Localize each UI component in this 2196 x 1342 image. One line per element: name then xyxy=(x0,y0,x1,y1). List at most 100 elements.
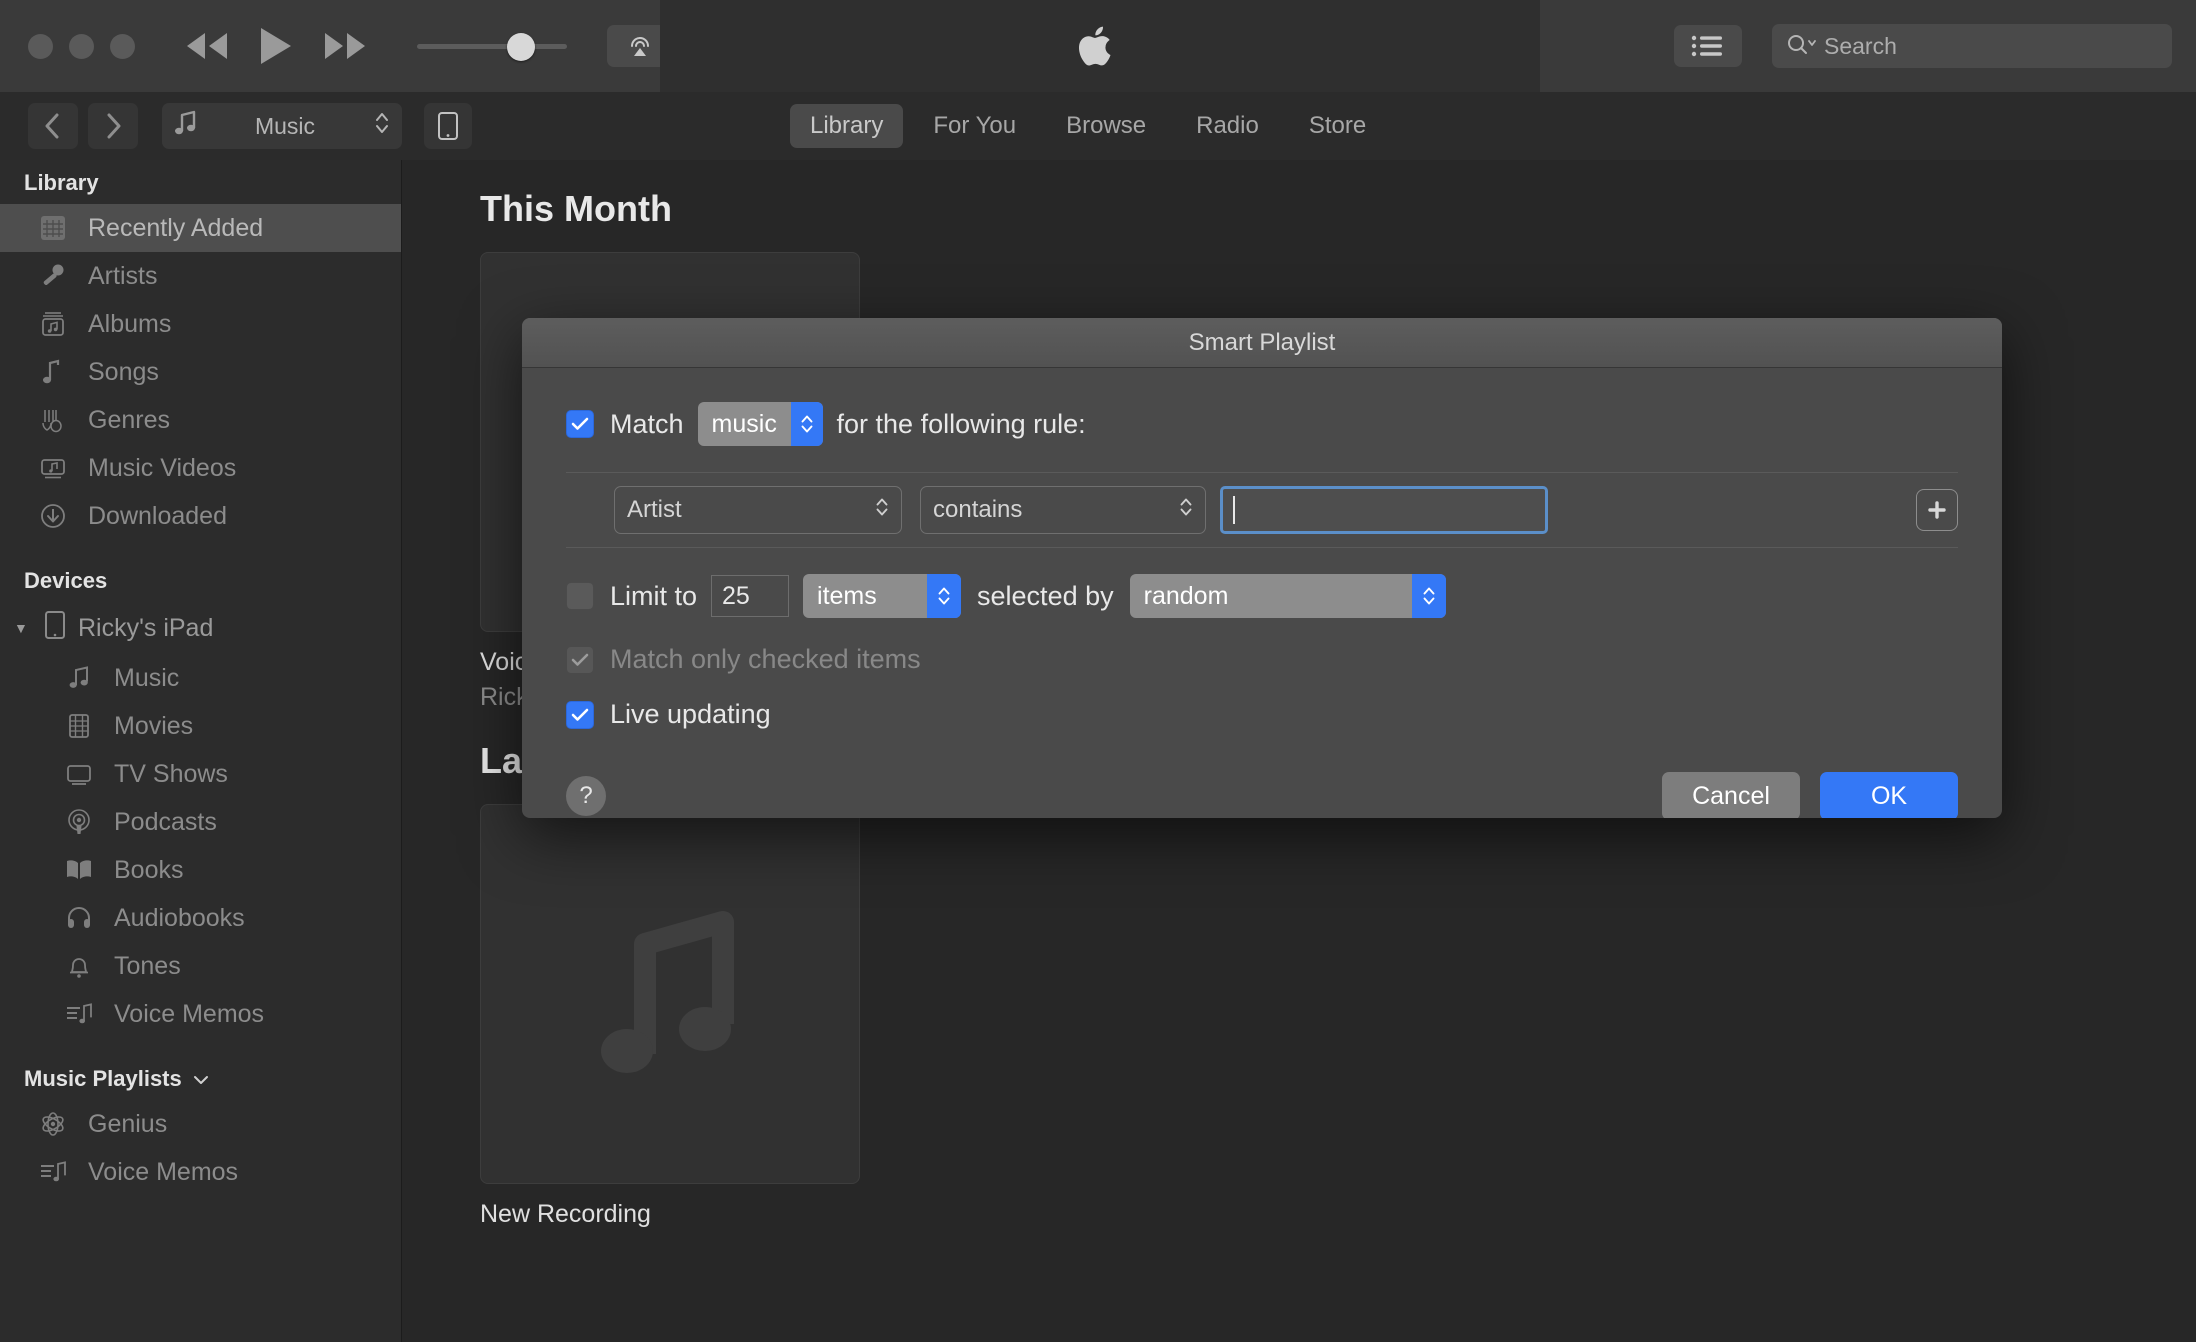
sidebar-item-label: Recently Added xyxy=(88,213,264,242)
chevron-updown-icon[interactable] xyxy=(1179,495,1193,526)
limit-unit-select[interactable]: items xyxy=(803,574,962,618)
album-artwork[interactable] xyxy=(480,804,860,1184)
search-icon xyxy=(1786,33,1816,60)
sidebar-item-label: Voice Memos xyxy=(114,999,265,1028)
sidebar-item-device-voice-memos[interactable]: Voice Memos xyxy=(0,990,401,1038)
sidebar-item-artists[interactable]: Artists xyxy=(0,252,401,300)
chevron-updown-icon[interactable] xyxy=(790,402,823,446)
sidebar-item-label: Artists xyxy=(88,261,158,290)
add-rule-button[interactable] xyxy=(1916,489,1958,531)
sidebar-item-label: TV Shows xyxy=(114,759,228,788)
sidebar-item-device-movies[interactable]: Movies xyxy=(0,702,401,750)
rule-operator-select[interactable]: contains xyxy=(920,486,1206,534)
film-icon xyxy=(62,713,96,739)
album-card[interactable]: New Recording xyxy=(480,804,860,1229)
sidebar-item-music-videos[interactable]: Music Videos xyxy=(0,444,401,492)
media-kind-popup[interactable]: Music xyxy=(162,103,402,149)
album-icon xyxy=(36,311,70,337)
zoom-button[interactable] xyxy=(110,33,135,59)
tab-library[interactable]: Library xyxy=(790,104,904,148)
media-kind-select[interactable]: music xyxy=(697,402,823,446)
now-playing-panel xyxy=(660,0,1540,92)
chevron-updown-icon[interactable] xyxy=(927,574,962,618)
sidebar-item-genius[interactable]: Genius xyxy=(0,1100,401,1148)
sidebar-item-device-tones[interactable]: Tones xyxy=(0,942,401,990)
volume-knob[interactable] xyxy=(507,33,535,61)
sidebar-item-device-audiobooks[interactable]: Audiobooks xyxy=(0,894,401,942)
sidebar-item-recently-added[interactable]: Recently Added xyxy=(0,204,401,252)
tab-for-you[interactable]: For You xyxy=(913,104,1036,148)
search-input[interactable]: Search xyxy=(1772,24,2172,68)
sidebar-item-label: Music xyxy=(114,663,180,692)
disclosure-triangle-icon[interactable]: ▼ xyxy=(14,620,32,636)
dialog-body: Match music for the following rule: Arti… xyxy=(522,368,2002,818)
sidebar-item-songs[interactable]: Songs xyxy=(0,348,401,396)
live-updating-checkbox[interactable] xyxy=(566,700,594,729)
sidebar-item-genres[interactable]: Genres xyxy=(0,396,401,444)
volume-slider[interactable] xyxy=(417,31,577,61)
library-tabs: Library For You Browse Radio Store xyxy=(790,92,1386,160)
back-arrow-icon[interactable] xyxy=(28,103,78,149)
sidebar-item-playlist-voice-memos[interactable]: Voice Memos xyxy=(0,1148,401,1196)
sidebar-section-devices-header: Devices xyxy=(24,568,108,593)
text-caret xyxy=(1233,496,1235,524)
list-view-icon[interactable] xyxy=(1674,25,1742,67)
book-icon xyxy=(62,858,96,882)
rule-field-select[interactable]: Artist xyxy=(614,486,902,534)
rule-operator-value: contains xyxy=(933,496,1023,523)
music-note-icon xyxy=(62,665,96,691)
media-kind-value: music xyxy=(711,409,777,438)
match-only-checked-checkbox[interactable] xyxy=(566,645,594,674)
sidebar-item-device[interactable]: ▼ Ricky's iPad xyxy=(0,602,401,654)
tab-store[interactable]: Store xyxy=(1289,104,1386,148)
ok-button[interactable]: OK xyxy=(1820,772,1958,818)
device-name: Ricky's iPad xyxy=(78,613,214,642)
sidebar-item-device-music[interactable]: Music xyxy=(0,654,401,702)
sidebar-item-device-tv-shows[interactable]: TV Shows xyxy=(0,750,401,798)
minimize-button[interactable] xyxy=(69,33,94,59)
fast-forward-icon[interactable] xyxy=(323,31,367,61)
sidebar-item-downloaded[interactable]: Downloaded xyxy=(0,492,401,540)
chevron-down-icon[interactable] xyxy=(192,1066,210,1092)
play-icon[interactable] xyxy=(259,26,293,66)
cancel-button[interactable]: Cancel xyxy=(1662,772,1800,818)
help-button[interactable]: ? xyxy=(566,776,606,816)
album-grid-last-3-months: New Recording xyxy=(480,804,2196,1229)
tab-radio[interactable]: Radio xyxy=(1176,104,1279,148)
sidebar-section-playlists-header[interactable]: Music Playlists xyxy=(0,1056,401,1100)
sidebar-item-label: Podcasts xyxy=(114,807,217,836)
tab-browse[interactable]: Browse xyxy=(1046,104,1166,148)
voice-memo-icon xyxy=(62,1001,96,1027)
match-checkbox[interactable] xyxy=(566,410,594,438)
sidebar-item-device-podcasts[interactable]: Podcasts xyxy=(0,798,401,846)
sidebar-item-albums[interactable]: Albums xyxy=(0,300,401,348)
device-icon[interactable] xyxy=(424,103,472,149)
sidebar-item-label: Books xyxy=(114,855,184,884)
limit-mid-label: selected by xyxy=(977,580,1114,611)
section-title-this-month: This Month xyxy=(480,188,672,229)
guitars-icon xyxy=(36,407,70,433)
sidebar-item-device-books[interactable]: Books xyxy=(0,846,401,894)
rule-value-input[interactable] xyxy=(1220,486,1548,534)
sidebar-playlists-label: Music Playlists xyxy=(24,1066,182,1091)
rewind-icon[interactable] xyxy=(185,31,229,61)
sidebar-item-label: Voice Memos xyxy=(88,1157,239,1186)
limit-amount-input[interactable]: 25 xyxy=(711,575,790,617)
sidebar-item-label: Songs xyxy=(88,357,159,386)
music-note-icon xyxy=(174,110,196,142)
limit-selection-method-select[interactable]: random xyxy=(1129,574,1446,618)
match-only-checked-label: Match only checked items xyxy=(610,644,921,674)
sidebar-item-label: Audiobooks xyxy=(114,903,245,932)
chevron-updown-icon[interactable] xyxy=(1411,574,1446,618)
match-row: Match music for the following rule: xyxy=(566,402,1958,446)
match-only-checked-row: Match only checked items xyxy=(566,644,1958,675)
limit-checkbox[interactable] xyxy=(566,582,594,610)
headphones-icon xyxy=(62,905,96,931)
forward-arrow-icon[interactable] xyxy=(88,103,138,149)
chevron-updown-icon[interactable] xyxy=(875,495,889,526)
close-button[interactable] xyxy=(28,33,53,59)
titlebar-right-group: Search xyxy=(1674,0,2172,92)
dialog-title: Smart Playlist xyxy=(522,318,2002,368)
rule-row: Artist contains xyxy=(566,473,1958,547)
